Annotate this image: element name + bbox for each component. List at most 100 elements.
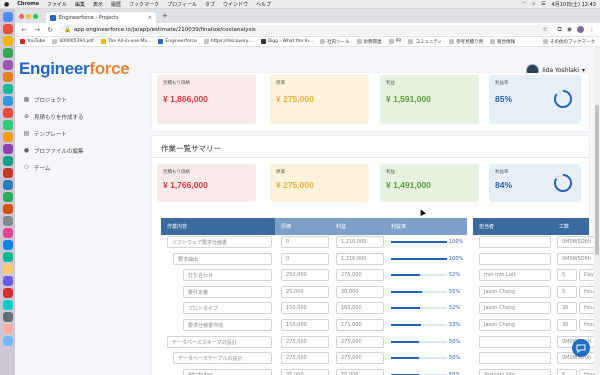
star-icon[interactable]: ☆: [543, 27, 548, 33]
dock-app-icon[interactable]: [2, 132, 13, 142]
bookmark-item[interactable]: 000005394.pdf: [52, 39, 94, 44]
menu-item-file[interactable]: ファイル: [47, 1, 67, 8]
dock-app-icon[interactable]: [2, 36, 13, 46]
dock-app-icon[interactable]: [2, 48, 13, 58]
bookmark-item[interactable]: Engineerforce: [158, 39, 197, 44]
menu-item-history[interactable]: 履歴: [111, 1, 121, 8]
dock-app-icon[interactable]: [2, 192, 13, 202]
maximize-window-icon[interactable]: [33, 13, 38, 19]
task-name-field[interactable]: データベーススキーマの設計: [167, 336, 272, 348]
task-name-field[interactable]: データベーステーブルの設計: [173, 352, 272, 364]
dock-app-icon[interactable]: [2, 288, 13, 298]
dock-app-icon[interactable]: [2, 60, 13, 70]
bookmark-item[interactable]: Digg - What the In...: [260, 39, 313, 44]
effort-number-field[interactable]: 30: [557, 319, 577, 331]
effort-number-field[interactable]: 30: [557, 302, 577, 314]
menu-datetime[interactable]: 4月10日(土) 12:43: [552, 1, 596, 8]
effort-number-field[interactable]: 5: [557, 369, 577, 375]
dock-app-icon[interactable]: [2, 204, 13, 214]
dock-app-icon[interactable]: [2, 24, 13, 34]
profit-field[interactable]: 275,000: [336, 269, 384, 281]
bookmark-item[interactable]: https://discovery....: [203, 39, 254, 44]
bookmark-item[interactable]: The All-in-one Ma...: [100, 39, 151, 44]
task-name-field[interactable]: プロトタイプ: [183, 302, 272, 314]
other-bookmarks[interactable]: その他のブックマーク: [543, 39, 595, 45]
task-name-field[interactable]: 打ち合わせ: [183, 269, 272, 281]
control-center-icon[interactable]: ☰: [541, 1, 545, 7]
minimize-window-icon[interactable]: [26, 13, 31, 19]
cost-field[interactable]: 25,000: [281, 369, 329, 375]
address-bar[interactable]: 🔒 app.engineerforce.io/ja/app/estimate/2…: [59, 24, 553, 35]
profit-field[interactable]: 1,216,000: [336, 236, 384, 248]
sidebar-item-create-estimate[interactable]: ⊕ 見積もりを作成する: [23, 113, 84, 121]
dock-app-icon[interactable]: [2, 228, 13, 238]
new-tab-icon[interactable]: +: [158, 12, 172, 20]
browser-tab[interactable]: Engineerforce - Projects ×: [46, 12, 156, 23]
task-name-field[interactable]: 要件定義: [183, 286, 272, 298]
dock-app-icon[interactable]: [2, 180, 13, 190]
page-scrollbar-thumb[interactable]: [595, 105, 599, 255]
task-name-field[interactable]: 要求抽出: [173, 253, 272, 265]
dock-app-icon[interactable]: [2, 276, 13, 286]
wifi-icon[interactable]: ◠: [522, 1, 526, 7]
task-name-field[interactable]: Attributes: [183, 369, 272, 375]
dock-app-icon[interactable]: [2, 168, 13, 178]
dock-app-icon[interactable]: [2, 120, 13, 130]
extension-icon[interactable]: ⧉: [557, 26, 561, 34]
bookmark-folder[interactable]: 参考見積り例: [449, 39, 483, 45]
profit-field[interactable]: 25,000: [336, 369, 384, 375]
assignee-field[interactable]: Jason Chang: [479, 319, 551, 331]
apple-icon[interactable]: ●: [4, 1, 9, 8]
chat-button[interactable]: [572, 339, 590, 357]
effort-total-field[interactable]: 0M0W5D6h: [557, 253, 595, 265]
effort-number-field[interactable]: 5: [557, 269, 577, 281]
sidebar-item-templates[interactable]: ▤ テンプレート: [23, 130, 84, 138]
effort-unit-field[interactable]: Hours: [579, 319, 595, 331]
assignee-field[interactable]: Jason Chang: [479, 286, 551, 298]
bookmark-folder[interactable]: 競合情報: [490, 39, 515, 45]
menu-item-bookmarks[interactable]: ブックマーク: [129, 1, 159, 8]
bookmark-folder[interactable]: コミュニティ: [408, 39, 442, 45]
sidebar-item-team[interactable]: ⚇ チーム: [23, 164, 84, 172]
cost-field[interactable]: 250,000: [281, 269, 329, 281]
assignee-field[interactable]: min min Latt: [479, 269, 551, 281]
menu-app-name[interactable]: Chrome: [17, 1, 39, 7]
dock-app-icon[interactable]: [2, 312, 13, 322]
bookmark-item[interactable]: YouTube: [20, 39, 45, 44]
dock-app-icon[interactable]: [2, 252, 13, 262]
dock-app-icon[interactable]: [2, 336, 13, 346]
task-name-field[interactable]: ソフトウェア要求仕様書: [167, 236, 272, 248]
bookmark-folder[interactable]: PR: [388, 39, 401, 44]
effort-unit-field[interactable]: Hours: [579, 369, 595, 375]
effort-number-field[interactable]: 5: [557, 286, 577, 298]
menu-item-edit[interactable]: 編集: [75, 1, 85, 8]
menu-item-window[interactable]: ウインドウ: [223, 1, 248, 8]
cost-field[interactable]: 0: [281, 253, 329, 265]
sidebar-item-profile[interactable]: ● プロファイルの編集: [23, 147, 84, 155]
dock-app-icon[interactable]: [2, 324, 13, 334]
sidebar-item-projects[interactable]: ▦ プロジェクト: [23, 96, 84, 104]
profit-field[interactable]: 275,000: [336, 352, 384, 364]
dock-app-icon[interactable]: [2, 84, 13, 94]
search-icon[interactable]: ⌕: [532, 1, 535, 7]
dock-app-icon[interactable]: [2, 156, 13, 166]
effort-unit-field[interactable]: Hours: [579, 302, 595, 314]
back-icon[interactable]: ←: [20, 26, 28, 34]
menu-item-profiles[interactable]: プロフィール: [167, 1, 197, 8]
profit-field[interactable]: 30,000: [336, 286, 384, 298]
dock-app-icon[interactable]: [2, 144, 13, 154]
cost-field[interactable]: 150,000: [281, 319, 329, 331]
assignee-field[interactable]: Yoshiaki Iida: [479, 369, 551, 375]
assignee-field[interactable]: [479, 352, 551, 364]
assignee-field[interactable]: [479, 336, 551, 348]
extension-icon[interactable]: ◉: [567, 26, 572, 33]
profile-avatar[interactable]: [577, 26, 584, 33]
close-window-icon[interactable]: [19, 13, 24, 19]
reload-icon[interactable]: ↻: [46, 26, 54, 34]
dock-app-icon[interactable]: [2, 72, 13, 82]
dock-app-icon[interactable]: [2, 300, 13, 310]
dock-app-icon[interactable]: [2, 264, 13, 274]
profit-field[interactable]: 171,000: [336, 319, 384, 331]
profit-field[interactable]: 275,000: [336, 336, 384, 348]
dock-app-icon[interactable]: [2, 12, 13, 22]
